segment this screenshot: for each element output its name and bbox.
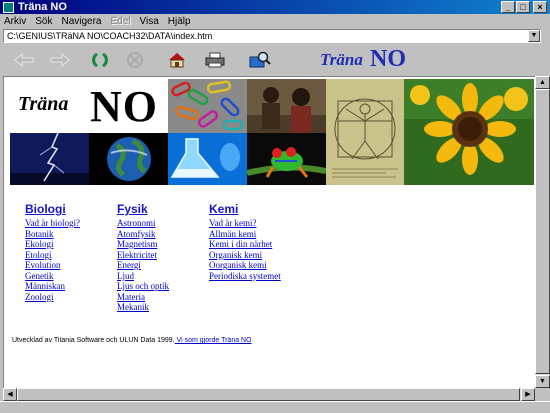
link-kemi-4[interactable]: Oorganisk kemi bbox=[209, 260, 281, 271]
scroll-up-button[interactable]: ▲ bbox=[535, 76, 550, 89]
window-title: Träna NO bbox=[18, 1, 67, 13]
address-input[interactable]: C:\GENIUS\TRäNA NO\COACH32\DATA\index.ht… bbox=[4, 31, 528, 41]
vertical-scroll-thumb[interactable] bbox=[535, 89, 550, 374]
heading-biologi[interactable]: Biologi bbox=[25, 202, 80, 216]
address-bar[interactable]: C:\GENIUS\TRäNA NO\COACH32\DATA\index.ht… bbox=[3, 29, 541, 43]
title-bar: Träna NO _ □ × bbox=[0, 0, 550, 14]
app-icon bbox=[3, 1, 14, 13]
menu-arkiv[interactable]: Arkiv bbox=[4, 16, 26, 27]
link-kemi-3[interactable]: Organisk kemi bbox=[209, 250, 281, 261]
menu-bar: Arkiv Sök Navigera Edel Visa Hjälp bbox=[0, 14, 550, 28]
banner-logo: Träna NO bbox=[10, 79, 168, 133]
back-arrow-icon[interactable] bbox=[12, 49, 36, 71]
column-fysik: Fysik Astronomi Atomfysik Magnetism Elek… bbox=[117, 202, 169, 313]
link-biologi-4[interactable]: Evolution bbox=[25, 260, 80, 271]
children-image bbox=[247, 79, 326, 133]
link-biologi-6[interactable]: Människan bbox=[25, 281, 80, 292]
flask-image bbox=[168, 133, 247, 185]
frog-image bbox=[247, 133, 326, 185]
horizontal-scrollbar[interactable]: ◀ ▶ bbox=[3, 388, 535, 401]
refresh-icon[interactable] bbox=[88, 49, 112, 71]
minimize-button[interactable]: _ bbox=[501, 1, 515, 13]
vertical-scrollbar[interactable]: ▲ ▼ bbox=[535, 76, 550, 388]
heading-kemi[interactable]: Kemi bbox=[209, 202, 281, 216]
paperclips-image bbox=[168, 79, 247, 133]
status-bar bbox=[0, 401, 550, 413]
close-button[interactable]: × bbox=[533, 1, 547, 13]
column-kemi: Kemi Vad är kemi? Allmän kemi Kemi i din… bbox=[209, 202, 281, 281]
logo-trana: Träna bbox=[18, 93, 69, 115]
forward-arrow-icon[interactable] bbox=[48, 49, 72, 71]
scroll-right-button[interactable]: ▶ bbox=[521, 388, 535, 401]
earth-image bbox=[89, 133, 168, 185]
link-kemi-2[interactable]: Kemi i din närhet bbox=[209, 239, 281, 250]
link-fysik-7[interactable]: Materia bbox=[117, 292, 169, 303]
print-icon[interactable] bbox=[203, 49, 227, 71]
scrollbar-corner bbox=[535, 388, 550, 401]
toolbar bbox=[0, 45, 550, 75]
sunflower-image bbox=[404, 79, 534, 185]
maximize-button[interactable]: □ bbox=[516, 1, 530, 13]
link-fysik-4[interactable]: Energi bbox=[117, 260, 169, 271]
link-kemi-5[interactable]: Periodiska systemet bbox=[209, 271, 281, 282]
stop-icon[interactable] bbox=[123, 49, 147, 71]
address-dropdown-button[interactable]: ▼ bbox=[528, 30, 540, 42]
footer-credits-link[interactable]: Vi som gjorde Träna NO bbox=[175, 337, 252, 344]
heading-fysik[interactable]: Fysik bbox=[117, 202, 169, 216]
logo-no: NO bbox=[90, 82, 158, 131]
home-icon[interactable] bbox=[165, 49, 189, 71]
horizontal-scroll-thumb[interactable] bbox=[17, 388, 520, 401]
scroll-left-button[interactable]: ◀ bbox=[3, 388, 17, 401]
footer-text: Utvecklad av Titania Software och ULUN D… bbox=[12, 337, 175, 344]
search-book-icon[interactable] bbox=[248, 49, 272, 71]
link-kemi-0[interactable]: Vad är kemi? bbox=[209, 218, 281, 229]
web-content: Träna NO Biologi Vad är biologi? Botanik… bbox=[3, 76, 535, 388]
link-fysik-3[interactable]: Elektricitet bbox=[117, 250, 169, 261]
lightning-image bbox=[10, 133, 89, 185]
toolbar-brand-trana: Träna bbox=[320, 50, 363, 69]
menu-hjalp[interactable]: Hjälp bbox=[168, 16, 191, 27]
menu-sok[interactable]: Sök bbox=[35, 16, 52, 27]
link-fysik-6[interactable]: Ljus och optik bbox=[117, 281, 169, 292]
link-fysik-1[interactable]: Atomfysik bbox=[117, 229, 169, 240]
link-biologi-7[interactable]: Zoologi bbox=[25, 292, 80, 303]
link-fysik-5[interactable]: Ljud bbox=[117, 271, 169, 282]
menu-visa[interactable]: Visa bbox=[140, 16, 159, 27]
link-biologi-1[interactable]: Botanik bbox=[25, 229, 80, 240]
vitruvian-man-image bbox=[326, 79, 404, 185]
footer: Utvecklad av Titania Software och ULUN D… bbox=[12, 337, 252, 344]
link-biologi-2[interactable]: Ekologi bbox=[25, 239, 80, 250]
link-fysik-8[interactable]: Mekanik bbox=[117, 302, 169, 313]
link-kemi-1[interactable]: Allmän kemi bbox=[209, 229, 281, 240]
scroll-down-button[interactable]: ▼ bbox=[535, 375, 550, 388]
link-biologi-0[interactable]: Vad är biologi? bbox=[25, 218, 80, 229]
link-biologi-3[interactable]: Etologi bbox=[25, 250, 80, 261]
column-biologi: Biologi Vad är biologi? Botanik Ekologi … bbox=[25, 202, 80, 302]
link-fysik-0[interactable]: Astronomi bbox=[117, 218, 169, 229]
menu-navigera[interactable]: Navigera bbox=[61, 16, 101, 27]
link-biologi-5[interactable]: Genetik bbox=[25, 271, 80, 282]
toolbar-brand-no: NO bbox=[370, 46, 406, 72]
menu-edel: Edel bbox=[110, 15, 131, 27]
link-fysik-2[interactable]: Magnetism bbox=[117, 239, 169, 250]
